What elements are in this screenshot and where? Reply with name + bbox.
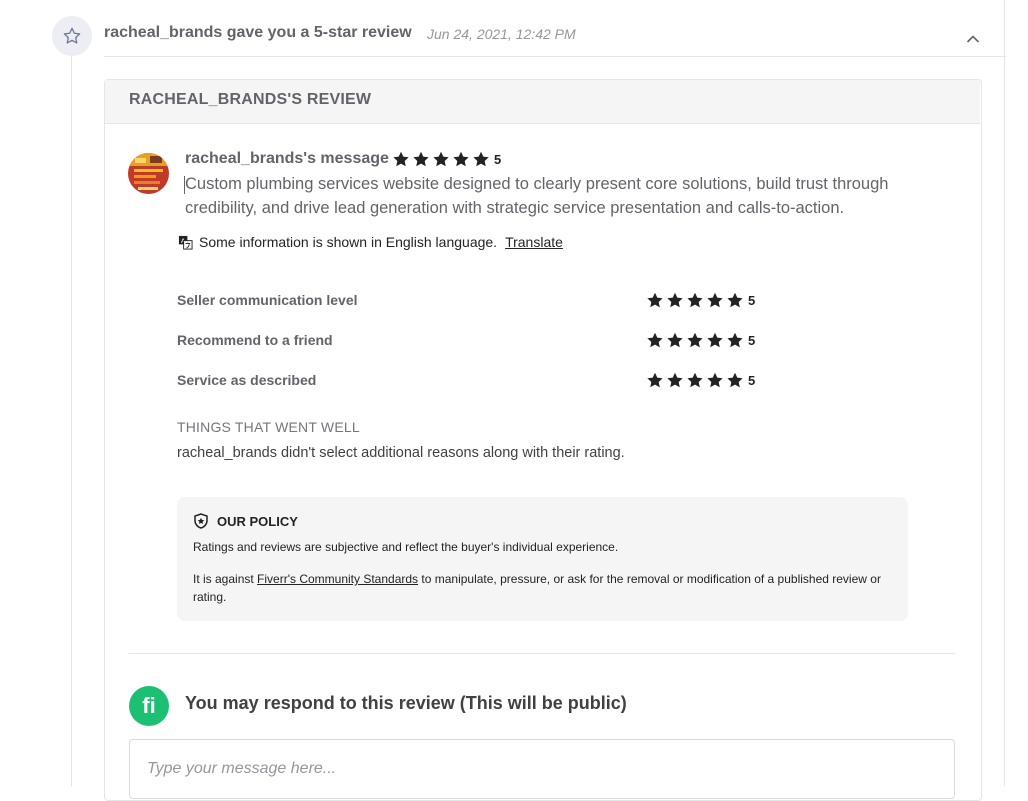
star-icon — [667, 372, 683, 387]
header-divider — [104, 56, 1006, 57]
star-icon — [707, 372, 723, 387]
language-notice-text: Some information is shown in English lan… — [199, 234, 498, 250]
rating-stars-recommend: 5 — [646, 331, 755, 349]
star-icon — [647, 372, 663, 387]
star-icon — [707, 292, 723, 307]
policy-text-2: It is against Fiverr's Community Standar… — [193, 570, 893, 606]
rating-value-communication: 5 — [748, 292, 756, 308]
rating-value-recommend: 5 — [748, 332, 756, 348]
community-standards-link[interactable]: Fiverr's Community Standards — [257, 572, 418, 586]
star-icon — [393, 151, 409, 166]
timeline-line — [71, 56, 72, 786]
star-icon — [687, 332, 703, 347]
rating-label-recommend: Recommend to a friend — [177, 332, 333, 348]
rating-stars-service: 5 — [646, 371, 755, 389]
star-icon — [727, 332, 743, 347]
star-icon — [413, 151, 429, 166]
collapse-button[interactable] — [962, 28, 984, 50]
panel-border — [1004, 0, 1005, 786]
star-icon — [453, 151, 469, 166]
review-header-date: Jun 24, 2021, 12:42 PM — [427, 26, 576, 42]
translate-icon: A — [178, 235, 193, 250]
star-icon — [667, 332, 683, 347]
language-notice: A Some information is shown in English l… — [178, 234, 563, 250]
review-header-title: racheal_brands gave you a 5-star review — [104, 24, 412, 41]
star-icon — [667, 292, 683, 307]
star-icon — [707, 332, 723, 347]
rating-label-communication: Seller communication level — [177, 292, 358, 308]
policy-text-1: Ratings and reviews are subjective and r… — [193, 540, 619, 554]
star-icon — [687, 372, 703, 387]
policy-title-text: OUR POLICY — [217, 513, 298, 529]
message-author: racheal_brands's message — [185, 150, 389, 167]
message-rating-value: 5 — [494, 151, 502, 167]
star-icon — [647, 292, 663, 307]
things-went-well-text: racheal_brands didn't select additional … — [177, 445, 625, 461]
avatar[interactable] — [128, 153, 169, 194]
star-icon — [687, 292, 703, 307]
rating-label-service: Service as described — [177, 372, 317, 388]
star-icon — [473, 151, 489, 166]
things-went-well-title: THINGS THAT WENT WELL — [177, 419, 360, 435]
rating-stars-communication: 5 — [646, 291, 755, 309]
star-outline-icon — [63, 27, 81, 44]
star-icon — [727, 372, 743, 387]
policy-text-2-before: It is against — [193, 572, 258, 586]
message-rating: 5 — [392, 150, 501, 168]
message-text: Custom plumbing services website designe… — [185, 175, 889, 217]
respond-title: You may respond to this review (This wil… — [185, 693, 627, 713]
star-icon — [727, 292, 743, 307]
translate-link[interactable]: Translate — [505, 234, 563, 250]
chevron-up-icon — [966, 35, 980, 43]
shield-star-icon — [194, 513, 208, 529]
response-input[interactable] — [129, 739, 955, 799]
policy-title: OUR POLICY — [193, 513, 298, 529]
review-card-title: RACHEAL_BRANDS'S REVIEW — [129, 91, 372, 108]
fiverr-logo: fi — [129, 686, 169, 726]
section-divider — [129, 653, 955, 654]
star-icon — [647, 332, 663, 347]
star-icon — [433, 151, 449, 166]
rating-value-service: 5 — [748, 372, 756, 388]
timeline-badge — [52, 16, 92, 56]
